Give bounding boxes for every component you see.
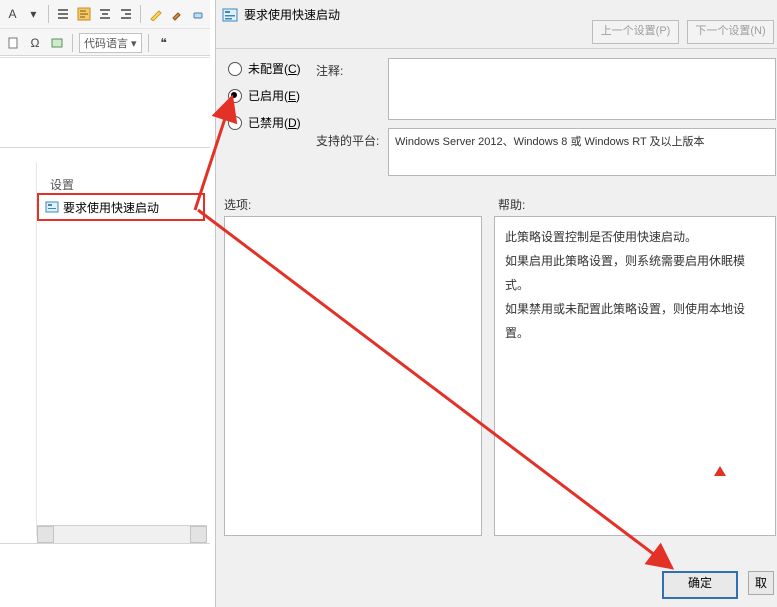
radio-label: )	[297, 116, 301, 130]
options-label: 选项:	[224, 196, 251, 213]
quote-icon[interactable]: ❝	[155, 34, 173, 52]
platform-text: Windows Server 2012、Windows 8 或 Windows …	[395, 136, 705, 148]
radio-label: )	[297, 62, 301, 76]
separator-icon	[148, 34, 149, 52]
next-setting-button[interactable]: 下一个设置(N)	[687, 20, 774, 44]
brush-icon[interactable]	[168, 5, 185, 23]
platform-textbox: Windows Server 2012、Windows 8 或 Windows …	[388, 128, 776, 176]
policy-item-label: 要求使用快速启动	[63, 199, 159, 216]
editor-toolbar: A ▾ Ω 代	[0, 0, 210, 56]
radio-not-configured[interactable]: 未配置(C)	[228, 60, 301, 77]
settings-tab[interactable]: 设置	[50, 176, 74, 193]
align-left-icon[interactable]	[76, 5, 93, 23]
radio-hotkey: E	[288, 89, 296, 103]
nav-button-row: 上一个设置(P) 下一个设置(N)	[592, 20, 774, 44]
radio-label: )	[296, 89, 300, 103]
options-box	[224, 216, 482, 536]
separator-icon	[140, 5, 141, 23]
align-right-icon[interactable]	[117, 5, 134, 23]
radio-hotkey: C	[288, 62, 297, 76]
platform-label: 支持的平台:	[316, 132, 379, 149]
comment-label: 注释:	[316, 62, 343, 79]
map-icon[interactable]	[48, 34, 66, 52]
state-radio-group: 未配置(C) 已启用(E) 已禁用(D)	[228, 60, 301, 131]
radio-icon	[228, 116, 242, 130]
radio-disabled[interactable]: 已禁用(D)	[228, 114, 301, 131]
code-language-label: 代码语言	[84, 35, 128, 51]
omega-icon[interactable]: Ω	[26, 34, 44, 52]
highlighter-icon[interactable]	[147, 5, 164, 23]
prev-setting-button[interactable]: 上一个设置(P)	[592, 20, 679, 44]
align-center-icon[interactable]	[97, 5, 114, 23]
separator-icon	[72, 34, 73, 52]
dialog-title: 要求使用快速启动	[244, 6, 340, 23]
horizontal-scrollbar[interactable]	[37, 525, 207, 543]
list-icon[interactable]	[55, 5, 72, 23]
comment-textbox[interactable]	[388, 58, 776, 120]
ok-button[interactable]: 确定	[662, 571, 738, 599]
divider	[216, 48, 777, 49]
page-icon[interactable]	[4, 34, 22, 52]
settings-panel: 设置 要求使用快速启动	[0, 147, 210, 544]
radio-icon	[228, 89, 242, 103]
help-box: 此策略设置控制是否使用快速启动。 如果启用此策略设置，则系统需要启用休眠模式。 …	[494, 216, 776, 536]
eraser-icon[interactable]	[189, 5, 206, 23]
radio-label: 已禁用(	[248, 116, 288, 130]
dialog-title-row: 要求使用快速启动	[222, 6, 340, 23]
code-language-select[interactable]: 代码语言 ▾	[79, 33, 142, 53]
annotation-marker-icon	[714, 466, 726, 476]
help-label: 帮助:	[498, 196, 525, 213]
separator-icon	[48, 5, 49, 23]
radio-enabled[interactable]: 已启用(E)	[228, 87, 301, 104]
radio-label: 已启用(	[248, 89, 288, 103]
radio-icon	[228, 62, 242, 76]
font-size-icon[interactable]: A	[4, 5, 21, 23]
policy-icon	[222, 7, 238, 23]
help-line: 此策略设置控制是否使用快速启动。	[505, 225, 765, 249]
dialog-button-row: 确定 取	[662, 571, 774, 599]
radio-label: 未配置(	[248, 62, 288, 76]
policy-icon	[45, 200, 59, 214]
help-line: 如果启用此策略设置，则系统需要启用休眠模式。	[505, 249, 765, 297]
cancel-button[interactable]: 取	[748, 571, 774, 595]
toolbar-row-2: Ω 代码语言 ▾ ❝	[0, 29, 210, 58]
help-line: 如果禁用或未配置此策略设置，则使用本地设置。	[505, 297, 765, 345]
toolbar-row-1: A ▾	[0, 0, 210, 29]
dropdown-icon[interactable]: ▾	[25, 5, 42, 23]
policy-dialog: 要求使用快速启动 上一个设置(P) 下一个设置(N) 未配置(C) 已启用(E)…	[215, 0, 777, 607]
policy-item-fast-startup[interactable]: 要求使用快速启动	[37, 193, 205, 221]
radio-hotkey: D	[288, 116, 297, 130]
